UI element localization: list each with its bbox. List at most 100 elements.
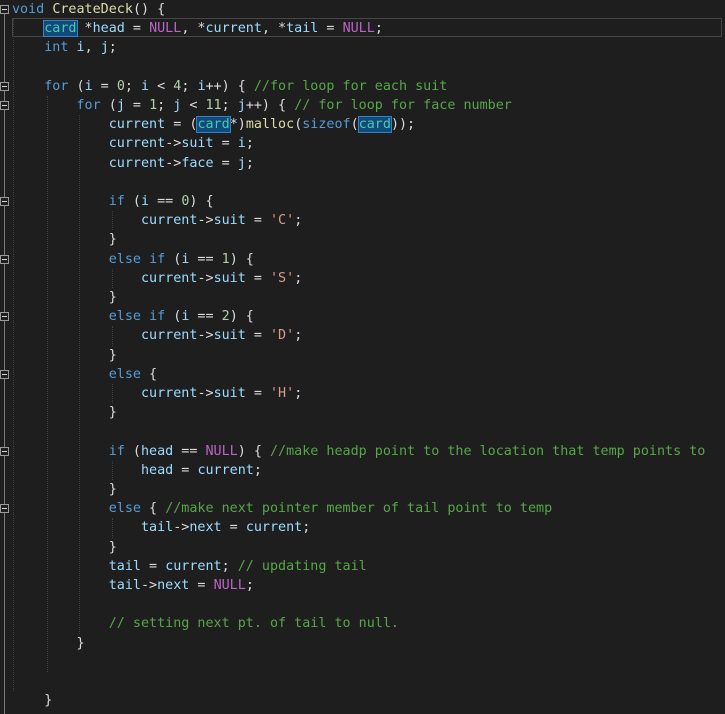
code-token: head xyxy=(92,21,125,37)
code-token: if xyxy=(149,309,166,325)
code-line[interactable]: current->suit = 'S'; xyxy=(12,269,302,288)
code-line[interactable]: } xyxy=(12,480,117,499)
code-token: //make next pointer member of tail point… xyxy=(165,501,553,517)
code-token: ; xyxy=(157,98,174,113)
code-token: -> xyxy=(141,578,158,593)
code-token: i xyxy=(237,136,246,152)
code-line[interactable]: current->face = j; xyxy=(12,154,254,173)
code-line[interactable]: current = (card*)malloc(sizeof(card)); xyxy=(12,115,415,134)
code-token: 11 xyxy=(205,98,222,113)
collapse-minus-icon[interactable] xyxy=(0,369,9,379)
code-line[interactable]: current->suit = 'C'; xyxy=(12,211,302,230)
code-line[interactable]: } xyxy=(12,346,117,365)
code-token: -> xyxy=(197,328,214,344)
code-line[interactable]: else { //make next pointer member of tai… xyxy=(12,499,552,518)
code-token: == xyxy=(189,251,222,267)
code-line[interactable]: else if (i == 1) { xyxy=(12,250,254,269)
collapse-minus-icon[interactable] xyxy=(0,446,9,456)
code-line[interactable]: int i, j; xyxy=(12,38,117,57)
code-line[interactable]: tail->next = current; xyxy=(12,518,310,537)
code-token: -> xyxy=(197,270,214,286)
code-line[interactable]: tail = current; // updating tail xyxy=(12,557,367,576)
collapse-minus-icon[interactable] xyxy=(0,312,9,322)
code-line[interactable]: } xyxy=(12,691,52,710)
code-line[interactable]: } xyxy=(12,230,117,249)
code-token: ; xyxy=(221,558,238,574)
code-token: suit xyxy=(213,328,246,344)
code-token: NULL xyxy=(213,578,246,593)
code-token: ++) { xyxy=(245,98,295,113)
code-line[interactable]: for (i = 0; i < 4; i++) { //for loop for… xyxy=(12,77,447,96)
code-token: //for loop for each suit xyxy=(253,78,448,94)
collapse-minus-icon[interactable] xyxy=(0,197,9,206)
collapse-minus-icon[interactable] xyxy=(0,504,9,514)
code-line[interactable]: } xyxy=(12,288,117,307)
code-token: i xyxy=(141,194,150,209)
code-token: suit xyxy=(213,270,246,286)
code-line[interactable]: else if (i == 2) { xyxy=(12,307,254,326)
code-token: i xyxy=(197,78,206,94)
code-token: -> xyxy=(165,155,182,171)
code-token: = xyxy=(141,558,166,574)
code-token: ( xyxy=(165,309,182,325)
code-token: suit xyxy=(213,386,246,401)
code-line[interactable]: tail->next = NULL; xyxy=(12,576,254,595)
code-token: 1 xyxy=(221,251,230,267)
code-token: = xyxy=(124,98,150,113)
code-line[interactable]: } xyxy=(12,634,85,653)
code-token: } xyxy=(12,232,117,248)
code-token: = xyxy=(213,136,238,152)
code-token: tail xyxy=(286,21,319,37)
code-token: CreateDeck xyxy=(52,2,133,17)
code-line[interactable]: for (j = 1; j < 11; j++) { // for loop f… xyxy=(12,96,512,115)
code-line[interactable]: // setting next pt. of tail to null. xyxy=(12,614,399,633)
code-line[interactable]: card *head = NULL, *current, *tail = NUL… xyxy=(12,19,383,38)
code-line[interactable]: if (i == 0) { xyxy=(12,192,214,211)
code-token: else xyxy=(108,309,141,325)
code-token: )); xyxy=(390,117,416,133)
code-line[interactable]: } xyxy=(12,403,117,422)
collapse-minus-icon[interactable] xyxy=(0,81,9,91)
code-token: if xyxy=(108,443,125,459)
code-token: malloc xyxy=(245,117,295,133)
collapse-minus-icon[interactable] xyxy=(0,101,9,110)
code-token: } xyxy=(12,405,117,421)
code-token: -> xyxy=(197,213,214,229)
code-editor[interactable]: void CreateDeck() { card *head = NULL, *… xyxy=(0,0,725,714)
code-token: 2 xyxy=(221,309,230,325)
code-token: } xyxy=(12,347,117,363)
code-token: else xyxy=(108,251,141,267)
code-token: = xyxy=(245,213,270,229)
code-token: } xyxy=(12,635,85,651)
code-token: == xyxy=(149,194,182,209)
collapse-minus-icon[interactable] xyxy=(0,254,9,264)
code-line[interactable]: current->suit = 'H'; xyxy=(12,384,302,403)
code-token: suit xyxy=(213,213,246,229)
code-token: ( xyxy=(165,251,182,267)
code-line[interactable]: } xyxy=(12,538,117,557)
code-line[interactable]: current->suit = i; xyxy=(12,134,254,153)
code-line[interactable]: void CreateDeck() { xyxy=(12,0,165,19)
code-token: ) { xyxy=(189,194,214,209)
code-token: () { xyxy=(132,2,166,17)
code-token: } xyxy=(12,539,117,555)
code-token: void xyxy=(12,2,45,17)
outline-line xyxy=(4,13,5,714)
code-line[interactable]: head = current; xyxy=(12,461,262,480)
code-line[interactable]: if (head == NULL) { //make headp point t… xyxy=(12,442,706,461)
code-line[interactable]: else { xyxy=(12,365,157,384)
code-token: *) xyxy=(229,117,246,133)
code-token: = xyxy=(318,21,343,37)
collapse-minus-icon[interactable] xyxy=(0,5,9,14)
code-line[interactable]: current->suit = 'D'; xyxy=(12,326,302,345)
code-token: current xyxy=(205,21,262,37)
